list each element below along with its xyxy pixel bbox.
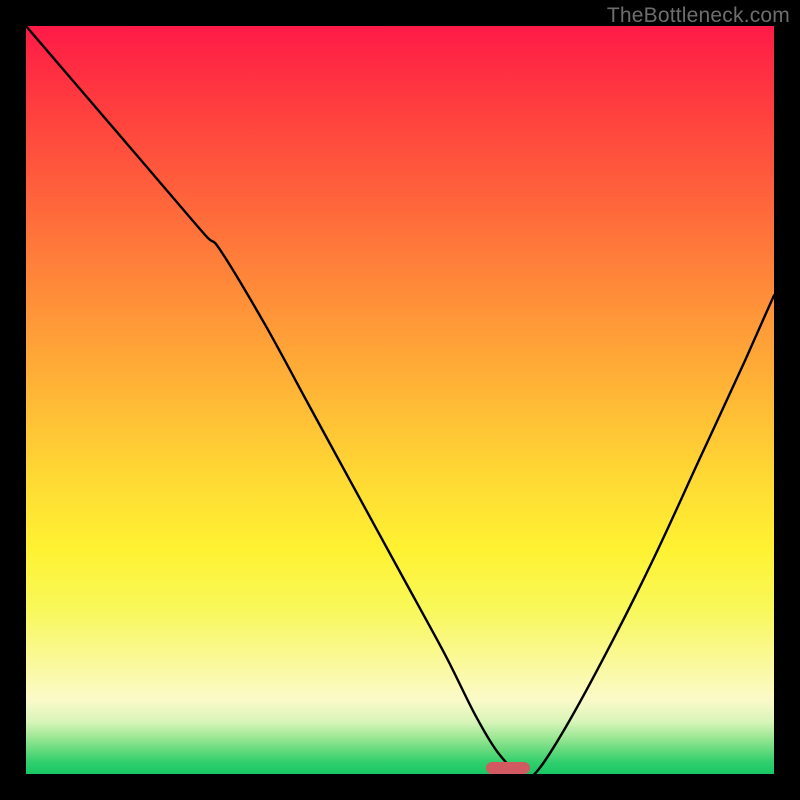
curve-path <box>26 26 774 774</box>
bottleneck-curve <box>26 26 774 774</box>
chart-frame: TheBottleneck.com <box>0 0 800 800</box>
optimum-marker <box>486 762 530 774</box>
watermark-text: TheBottleneck.com <box>607 4 790 28</box>
